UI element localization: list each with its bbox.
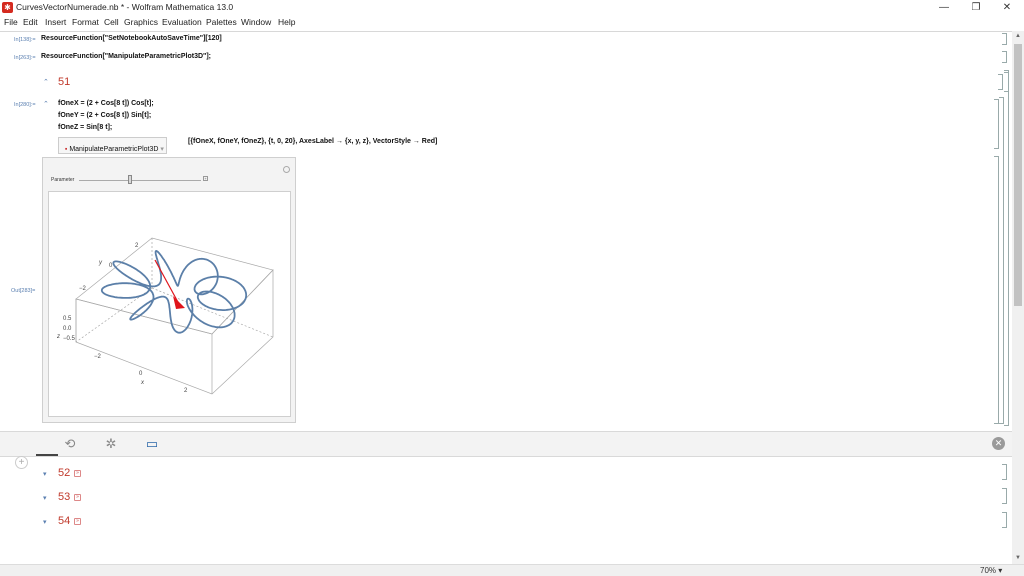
menu-insert[interactable]: Insert [45, 17, 66, 27]
refresh-icon[interactable]: ⟲ [61, 436, 79, 451]
x-tick-label: −2 [94, 354, 102, 360]
menu-bar: File Edit Insert Format Cell Graphics Ev… [0, 15, 1024, 29]
menu-edit[interactable]: Edit [23, 17, 38, 27]
cell-label-in280: In[280]:= [14, 102, 36, 108]
restore-button[interactable]: ❐ [961, 0, 991, 15]
code-text: ResourceFunction["ManipulateParametricPl… [41, 53, 211, 60]
section-bracket[interactable] [1002, 464, 1007, 480]
menu-format[interactable]: Format [72, 17, 99, 27]
z-tick-label: 0.0 [63, 326, 72, 332]
menu-graphics[interactable]: Graphics [124, 17, 158, 27]
close-suggestions-icon[interactable]: ✕ [992, 437, 1005, 450]
section-collapsed-icon[interactable]: ▾ [43, 470, 47, 478]
scroll-down-icon[interactable]: ▼ [1012, 553, 1024, 563]
zoom-value: 70% [980, 566, 997, 575]
tangent-vector-arrowhead [173, 296, 185, 309]
manipulate-panel: Parameter + 2 0 −2 y 0.5 0.0 −0.5 z −2 0… [42, 157, 296, 423]
section-bracket[interactable] [1002, 512, 1007, 528]
chat-bubble-icon[interactable]: ▭ [143, 436, 161, 451]
slider-expand-button[interactable]: + [203, 176, 208, 181]
y-tick-label: 0 [109, 263, 113, 269]
menu-window[interactable]: Window [241, 17, 271, 27]
x-axis-label: x [140, 380, 145, 386]
group-toggle-icon[interactable]: ⌃ [43, 100, 49, 108]
cell-bracket[interactable] [1002, 33, 1007, 45]
code-text: ResourceFunction["SetNotebookAutoSaveTim… [41, 35, 222, 42]
section-bracket[interactable] [998, 74, 1003, 90]
title-bar: ✱ CurvesVectorNumerade.nb * - Wolfram Ma… [0, 0, 1024, 15]
section-collapsed-icon[interactable]: ▾ [43, 518, 47, 526]
zoom-level[interactable]: 70% ▾ [980, 566, 1002, 575]
code-text: fOneX = (2 + Cos[8 t]) Cos[t]; [58, 100, 154, 107]
z-axis-label: z [56, 334, 60, 340]
code-text: fOneZ = Sin[8 t]; [58, 124, 113, 131]
x-tick-label: 2 [184, 388, 188, 394]
cell-bracket[interactable] [1002, 51, 1007, 63]
section-54-title[interactable]: 54 [58, 515, 70, 527]
y-tick-label: −2 [79, 286, 87, 292]
plot-area[interactable]: 2 0 −2 y 0.5 0.0 −0.5 z −2 0 2 x [48, 191, 291, 417]
resource-dropdown-icon[interactable]: ▾ [160, 146, 164, 153]
minimize-button[interactable]: — [929, 0, 959, 15]
code-line-3[interactable]: fOneZ = Sin[8 t]; [58, 124, 112, 131]
z-tick-label: 0.5 [63, 316, 72, 322]
closed-group-badge-icon[interactable]: » [74, 518, 81, 525]
status-bar [0, 564, 1024, 576]
x-tick-label: 0 [139, 371, 143, 377]
close-window-button[interactable]: ✕ [992, 0, 1022, 15]
section-bracket[interactable] [1002, 488, 1007, 504]
cell-label-in263: In[263]:= [14, 55, 36, 61]
cell-label-in138: In[138]:= [14, 37, 36, 43]
parametric-plot-3d[interactable]: 2 0 −2 y 0.5 0.0 −0.5 z −2 0 2 x [49, 192, 292, 418]
code-line-2[interactable]: fOneY = (2 + Cos[8 t]) Sin[t]; [58, 112, 151, 119]
cell-label-out283: Out[283]= [11, 288, 36, 294]
active-tab-indicator [36, 454, 58, 456]
window-title: CurvesVectorNumerade.nb * - Wolfram Math… [16, 2, 234, 12]
code-in263[interactable]: ResourceFunction["ManipulateParametricPl… [41, 53, 211, 60]
resource-icon: ▪ [64, 146, 68, 153]
parameter-slider[interactable] [79, 180, 201, 181]
closed-group-badge-icon[interactable]: » [74, 494, 81, 501]
manipulate-options-icon[interactable] [283, 166, 290, 173]
divider [0, 31, 1012, 32]
scrollbar-thumb[interactable] [1014, 44, 1022, 306]
code-in138[interactable]: ResourceFunction["SetNotebookAutoSaveTim… [41, 35, 222, 42]
section-52-title[interactable]: 52 [58, 467, 70, 479]
menu-cell[interactable]: Cell [104, 17, 119, 27]
slider-thumb[interactable] [128, 175, 133, 184]
code-text: fOneY = (2 + Cos[8 t]) Sin[t]; [58, 112, 152, 119]
y-tick-label: 2 [135, 243, 139, 249]
closed-group-badge-icon[interactable]: » [74, 470, 81, 477]
bounding-box [75, 237, 274, 395]
menu-file[interactable]: File [4, 17, 18, 27]
mathematica-logo-icon: ✱ [2, 2, 13, 13]
code-text: [{fOneX, fOneY, fOneZ}, {t, 0, 20}, Axes… [188, 138, 438, 145]
menu-evaluation[interactable]: Evaluation [162, 17, 202, 27]
menu-help[interactable]: Help [278, 17, 295, 27]
section-53-title[interactable]: 53 [58, 491, 70, 503]
code-arguments[interactable]: [{fOneX, fOneY, fOneZ}, {t, 0, 20}, Axes… [188, 138, 437, 145]
add-cell-icon[interactable]: + [15, 456, 28, 469]
section-51-title[interactable]: 51 [58, 76, 70, 88]
z-tick-label: −0.5 [63, 336, 76, 342]
resource-function-name: ManipulateParametricPlot3D [69, 146, 159, 153]
section-group-bracket[interactable] [1004, 70, 1009, 426]
parameter-label: Parameter [51, 177, 75, 183]
gear-icon[interactable]: ✲ [102, 436, 120, 451]
y-axis-label: y [98, 260, 103, 266]
resource-function-box[interactable]: ▪ ManipulateParametricPlot3D ▾ [58, 137, 167, 154]
code-line-1[interactable]: fOneX = (2 + Cos[8 t]) Cos[t]; [58, 100, 154, 107]
section-collapsed-icon[interactable]: ▾ [43, 494, 47, 502]
section-toggle-icon[interactable]: ⌃ [43, 78, 49, 86]
menu-palettes[interactable]: Palettes [206, 17, 237, 27]
scroll-up-icon[interactable]: ▲ [1012, 31, 1024, 41]
